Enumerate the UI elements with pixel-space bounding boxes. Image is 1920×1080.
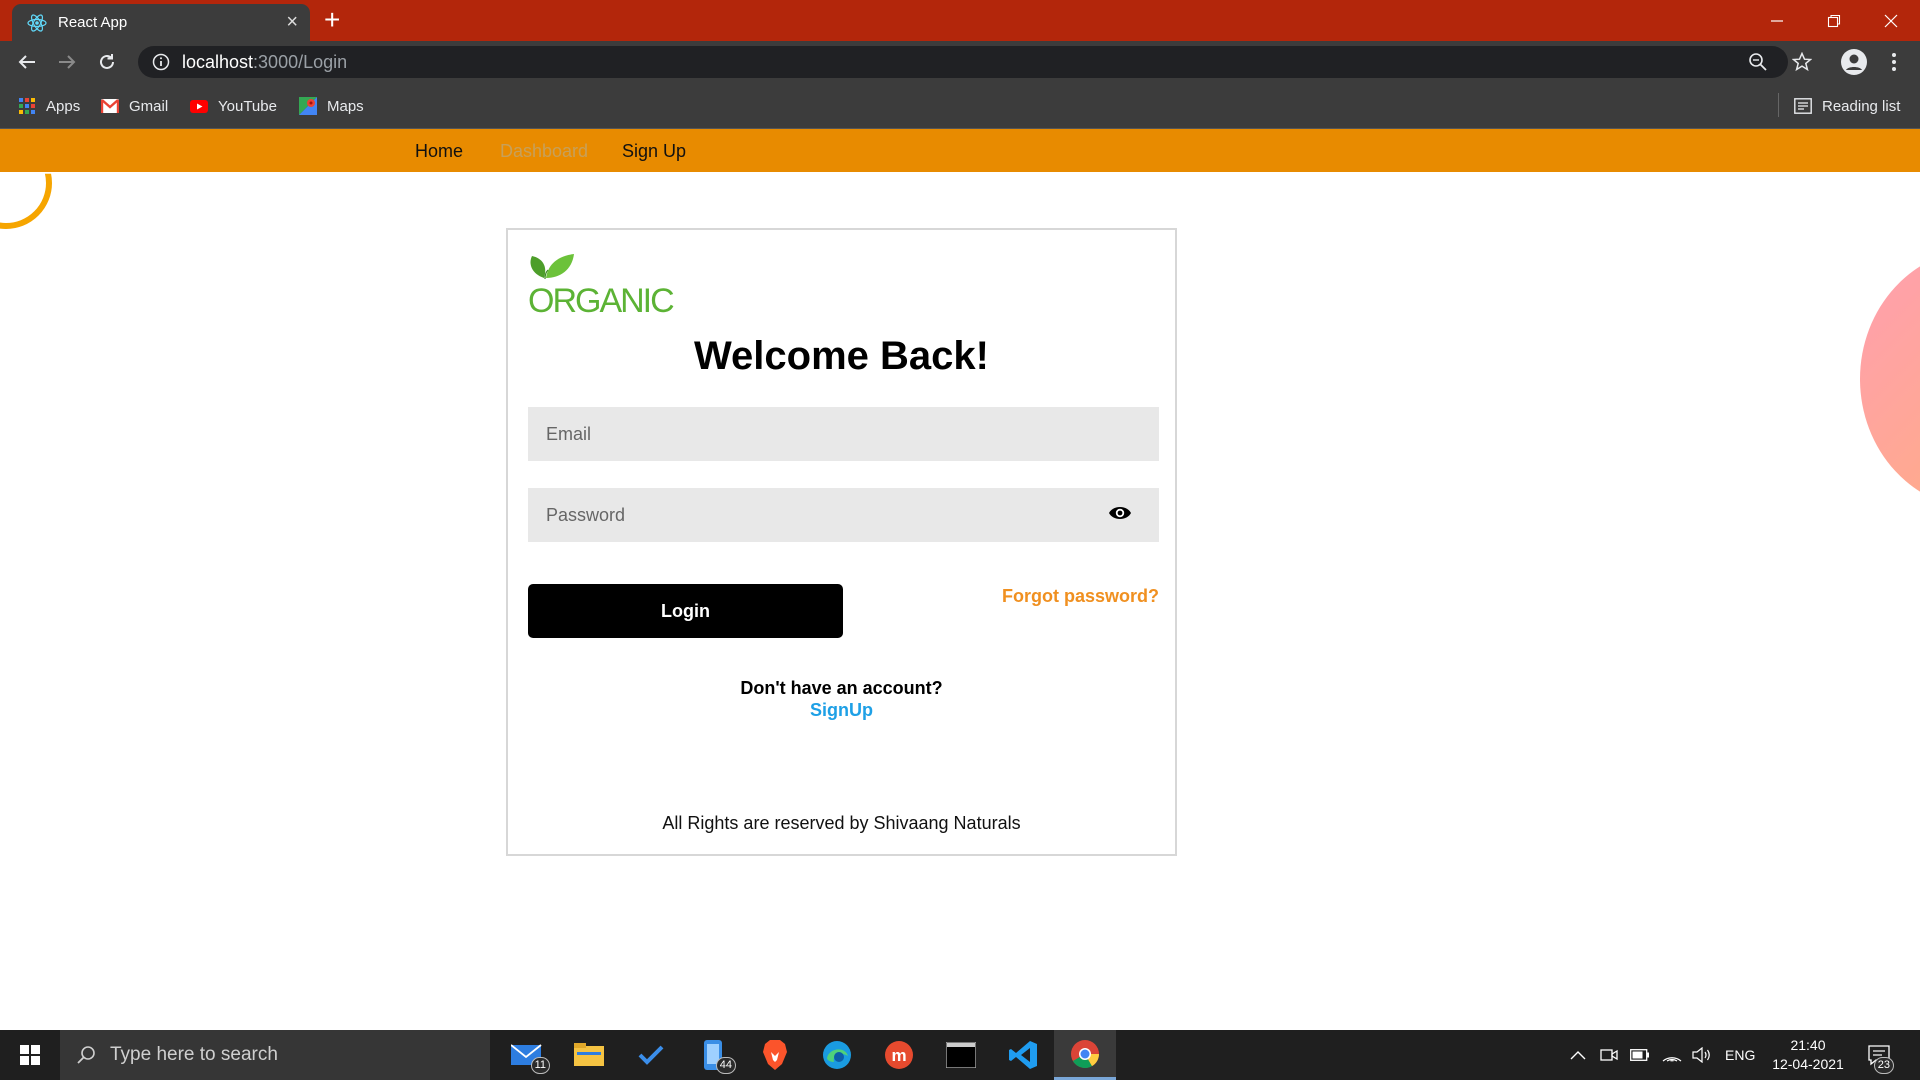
volume-icon[interactable] — [1692, 1030, 1712, 1080]
bookmark-label: Maps — [327, 97, 364, 115]
apps-grid-icon — [18, 97, 36, 115]
site-info-icon[interactable] — [152, 53, 170, 71]
password-input[interactable] — [528, 488, 1159, 542]
bookmark-label: Apps — [46, 97, 81, 115]
no-account-text: Don't have an account? — [740, 678, 943, 698]
bookmark-star-icon[interactable] — [1790, 50, 1814, 74]
show-hidden-icons-icon[interactable] — [1570, 1030, 1586, 1080]
reading-list-icon — [1794, 97, 1812, 115]
browser-menu-icon[interactable] — [1882, 50, 1906, 74]
address-bar[interactable]: localhost:3000/Login — [138, 46, 1788, 78]
search-placeholder: Type here to search — [110, 1044, 278, 1065]
windows-taskbar: Type here to search 11 44 m ENG 21:40 12… — [0, 1030, 1920, 1080]
email-input[interactable] — [528, 407, 1159, 461]
profile-avatar-icon[interactable] — [1840, 48, 1868, 76]
clock-date: 12-04-2021 — [1772, 1056, 1844, 1072]
app-navbar: Home Dashboard Sign Up — [0, 129, 1920, 172]
taskbar-mi-app-icon[interactable]: m — [868, 1030, 930, 1080]
reload-icon[interactable] — [95, 50, 119, 74]
signup-link[interactable]: SignUp — [508, 700, 1175, 721]
decorative-circle-right — [1860, 249, 1920, 509]
notification-badge: 23 — [1873, 1057, 1894, 1074]
login-button[interactable]: Login — [528, 584, 843, 638]
taskbar-edge-icon[interactable] — [806, 1030, 868, 1080]
browser-tab[interactable]: React App × — [12, 4, 310, 41]
bookmark-label: Gmail — [129, 97, 169, 115]
back-icon[interactable] — [15, 50, 39, 74]
web-page: Home Dashboard Sign Up ORGANIC Welcome B… — [0, 129, 1920, 1030]
forgot-password-link[interactable]: Forgot password? — [988, 586, 1159, 607]
react-icon — [26, 12, 48, 34]
reading-list-label: Reading list — [1822, 97, 1901, 115]
nav-dashboard-link[interactable]: Dashboard — [500, 141, 588, 162]
minimize-icon[interactable] — [1748, 0, 1805, 41]
taskbar-phone-icon[interactable]: 44 — [682, 1030, 744, 1080]
login-card: ORGANIC Welcome Back! Login Forgot passw… — [506, 228, 1177, 856]
bookmarks-divider — [1778, 93, 1779, 117]
taskbar-brave-icon[interactable] — [744, 1030, 806, 1080]
bookmark-maps[interactable]: Maps — [299, 95, 364, 117]
browser-toolbar: localhost:3000/Login — [0, 41, 1920, 83]
maps-icon — [299, 97, 317, 115]
bookmark-youtube[interactable]: YouTube — [190, 95, 277, 117]
zoom-icon[interactable] — [1748, 52, 1768, 72]
show-password-eye-icon[interactable] — [1108, 501, 1132, 525]
bookmark-gmail[interactable]: Gmail — [101, 95, 168, 117]
taskbar-file-explorer-icon[interactable] — [558, 1030, 620, 1080]
language-indicator[interactable]: ENG — [1725, 1030, 1755, 1080]
phone-badge: 44 — [715, 1057, 736, 1074]
close-window-icon[interactable] — [1862, 0, 1919, 41]
battery-icon[interactable] — [1630, 1030, 1650, 1080]
browser-titlebar: React App × + — [0, 0, 1920, 41]
welcome-heading: Welcome Back! — [694, 334, 989, 378]
restore-icon[interactable] — [1805, 0, 1862, 41]
meet-now-icon[interactable] — [1600, 1030, 1618, 1080]
bookmark-label: YouTube — [218, 97, 277, 115]
organic-logo: ORGANIC — [526, 248, 676, 320]
mail-badge: 11 — [530, 1057, 550, 1074]
taskbar-vscode-icon[interactable] — [992, 1030, 1054, 1080]
close-tab-icon[interactable]: × — [286, 12, 298, 32]
tab-title: React App — [58, 14, 128, 31]
bookmark-apps[interactable]: Apps — [18, 95, 80, 117]
wifi-icon[interactable] — [1662, 1030, 1682, 1080]
taskbar-mail-icon[interactable]: 11 — [496, 1030, 558, 1080]
taskbar-todo-icon[interactable] — [620, 1030, 682, 1080]
notification-center-icon[interactable]: 23 — [1868, 1030, 1894, 1080]
search-icon — [76, 1045, 96, 1065]
taskbar-search[interactable]: Type here to search — [60, 1030, 490, 1080]
reading-list-button[interactable]: Reading list — [1794, 95, 1900, 117]
taskbar-terminal-icon[interactable] — [930, 1030, 992, 1080]
url-host: localhost — [182, 51, 254, 72]
youtube-icon — [190, 97, 208, 115]
footer-text: All Rights are reserved by Shivaang Natu… — [662, 813, 1021, 833]
gmail-icon — [101, 97, 119, 115]
forward-icon[interactable] — [55, 50, 79, 74]
nav-home-link[interactable]: Home — [415, 141, 463, 162]
clock-time: 21:40 — [1790, 1037, 1826, 1053]
svg-text:m: m — [891, 1046, 906, 1065]
url-path: :3000/Login — [253, 51, 348, 72]
windows-start-icon[interactable] — [0, 1030, 60, 1080]
taskbar-clock[interactable]: 21:40 12-04-2021 — [1760, 1036, 1856, 1074]
new-tab-icon[interactable]: + — [324, 6, 340, 34]
nav-signup-link[interactable]: Sign Up — [622, 141, 686, 162]
logo-wordmark: ORGANIC — [528, 282, 674, 318]
bookmarks-bar: Apps Gmail YouTube Maps Reading list — [0, 83, 1920, 129]
taskbar-chrome-icon[interactable] — [1054, 1030, 1116, 1080]
